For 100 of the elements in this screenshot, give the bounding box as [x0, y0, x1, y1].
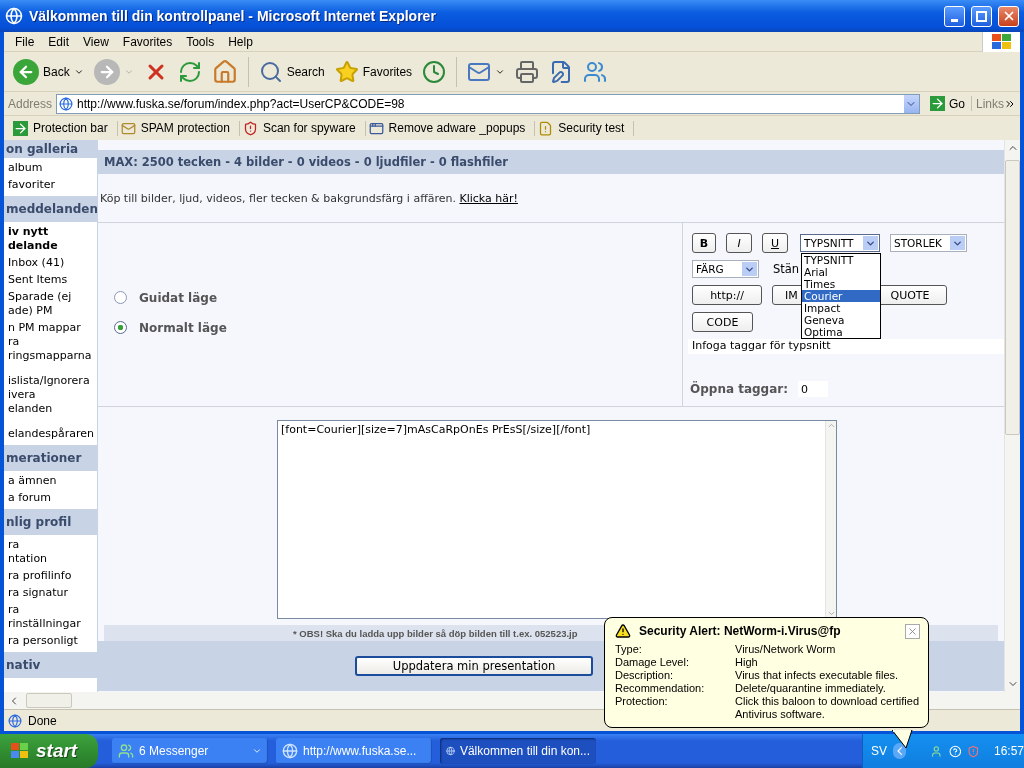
message-field[interactable]: [font=Courier][size=7]mAsCaRpOnEs PrEsS[/size][/font] [277, 420, 837, 619]
history-icon [422, 59, 447, 84]
windows-logo [982, 31, 1020, 52]
search-icon [258, 59, 283, 84]
sidebar-link[interactable]: Inbox (41) [4, 256, 97, 270]
language-indicator[interactable]: SV [871, 744, 887, 758]
scroll-up-icon [826, 421, 836, 430]
sidebar-heading: merationer [4, 445, 97, 471]
go-button[interactable]: Go [923, 96, 972, 111]
sidebar-link[interactable]: album [4, 161, 97, 175]
sidebar-heading: nlig profil [4, 509, 97, 535]
security-alert-tooltip[interactable] [604, 617, 929, 728]
maximize-button[interactable] [971, 5, 992, 27]
close-button[interactable] [905, 623, 920, 639]
alert-label: Damage Level: [615, 656, 690, 669]
shield-icon [967, 743, 980, 759]
messenger-icon [118, 743, 134, 759]
back-button[interactable]: Back [10, 56, 87, 87]
color-select[interactable]: FÄRG [692, 260, 759, 278]
bold-button[interactable]: B [692, 233, 716, 253]
maximize-icon [976, 10, 987, 22]
start-button[interactable]: start [0, 734, 98, 768]
favorites-button[interactable]: Favorites [331, 57, 416, 86]
browser-icon [282, 743, 298, 759]
link-button[interactable]: Remove adware _popups [365, 120, 536, 136]
address-field[interactable]: http://www.fuska.se/forum/index.php?act=UserCP&CODE=98 [56, 93, 920, 114]
limits-bar: MAX: 2500 tecken - 4 bilder - 0 videos - 0 ljudfiler - 0 flashfiler [98, 150, 1004, 174]
alert-label: Recommendation: [615, 682, 706, 695]
document-icon [538, 120, 554, 136]
page-icon [8, 713, 22, 728]
underline-button[interactable]: U [762, 233, 788, 253]
italic-button[interactable]: I [726, 233, 752, 253]
help-icon [948, 743, 962, 759]
shield-icon [242, 120, 258, 136]
envelope-icon [120, 120, 136, 136]
sidebar-link[interactable]: n PM mappar ra ringsmapparna [4, 321, 97, 363]
caret-icon [252, 746, 262, 756]
sidebar-link[interactable]: favoriter [4, 178, 97, 192]
sidebar-link[interactable]: islista/Ignorera ivera elanden [4, 374, 97, 416]
menu-item[interactable]: Favorites [115, 34, 180, 49]
sidebar-link[interactable]: a ämnen [4, 474, 97, 488]
taskbar-button[interactable]: 6 Messenger [112, 738, 268, 764]
shop-text: Köp till bilder, ljud, videos, fler tecken & bakgrundsfärg i affären. [100, 191, 456, 205]
alert-value: High [735, 656, 759, 669]
link-button[interactable]: Scan for spyware [239, 120, 366, 136]
size-select[interactable]: STORLEK [890, 234, 967, 252]
address-label: Address [8, 96, 53, 111]
menu-item[interactable]: Tools [179, 34, 222, 49]
menu-item[interactable]: Help [221, 34, 260, 49]
tag-button[interactable]: http:// [692, 285, 762, 305]
sidebar-link[interactable]: elandespåraren [4, 427, 97, 441]
close-tags-label: Stän [773, 262, 800, 276]
minimize-button[interactable] [944, 5, 965, 27]
alert-value: Click this baloon to download certified Antivirus software. [735, 695, 920, 721]
taskbar-button[interactable]: http://www.fuska.se... [276, 738, 432, 764]
sidebar-link[interactable]: a forum [4, 491, 97, 505]
sidebar-link[interactable]: ra profilinfo [4, 569, 97, 583]
refresh-icon [177, 59, 202, 84]
menu-item[interactable]: Edit [41, 34, 77, 49]
sidebar-link[interactable]: iv nytt delande [4, 225, 97, 253]
menu-item[interactable]: View [76, 34, 116, 49]
page-icon [59, 96, 74, 111]
star-icon [334, 59, 359, 84]
link-button[interactable]: Security test [535, 120, 635, 136]
open-tags-field[interactable]: 0 [798, 381, 829, 397]
clock: 16:57 [994, 744, 1024, 758]
sidebar-link[interactable]: ra personligt [4, 634, 97, 648]
close-icon [907, 625, 918, 637]
mode-label[interactable]: Normalt läge [139, 320, 227, 335]
search-button[interactable]: Search [255, 57, 328, 86]
font-option[interactable]: Courier [802, 290, 880, 302]
link-button[interactable]: Protection bar [10, 120, 118, 136]
sidebar-heading: on galleria [4, 140, 97, 158]
alert-title: Security Alert: NetWorm-i.Virus@fp [639, 624, 842, 638]
mode-label[interactable]: Guidat läge [139, 290, 218, 305]
sidebar-heading: meddelanden [4, 196, 97, 222]
sidebar-link[interactable]: Sent Items [4, 273, 97, 287]
update-presentation-button[interactable]: Uppdatera min presentation [355, 656, 593, 676]
mode-radio[interactable] [114, 291, 127, 304]
links-button[interactable]: Links [976, 96, 1016, 111]
taskbar-button[interactable]: Välkommen till din kon... [440, 738, 596, 764]
sidebar-heading: nativ [4, 652, 97, 678]
open-tags-label: Öppna taggar: [690, 382, 789, 396]
sidebar-link[interactable]: ra signatur [4, 586, 97, 600]
status-text: Done [28, 713, 57, 728]
shop-link[interactable]: Klicka här! [459, 191, 518, 205]
home-icon [211, 58, 238, 85]
minimize-icon [951, 18, 958, 22]
code-button[interactable]: CODE [692, 312, 753, 332]
alert-value: Virus that infects executable files. [735, 669, 900, 682]
menu-item[interactable]: File [8, 34, 42, 49]
warning-icon [615, 623, 631, 639]
scroll-down-icon [826, 609, 836, 618]
link-button[interactable]: SPAM protection [117, 120, 240, 136]
alert-value: Delete/quarantine immediately. [735, 682, 887, 695]
chevron-icon [893, 743, 907, 759]
messenger-icon [583, 59, 608, 84]
alert-label: Type: [615, 643, 643, 656]
mode-radio[interactable] [114, 321, 127, 334]
window-title: Välkommen till din kontrollpanel - Microsoft Internet Explorer [29, 8, 437, 24]
